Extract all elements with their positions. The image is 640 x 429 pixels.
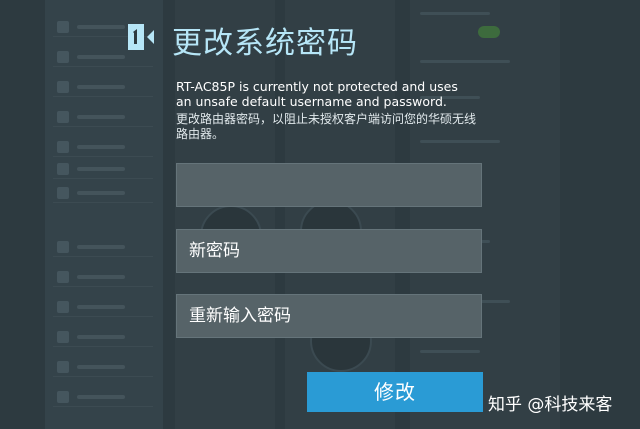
warning-message-english: RT-AC85P is currently not protected and … [176, 79, 458, 109]
background-sidebar-item [53, 268, 153, 287]
background-sidebar-item [53, 298, 153, 317]
new-password-field[interactable]: 新密码 [176, 229, 482, 273]
background-sidebar-item [53, 160, 153, 179]
background-sidebar [45, 0, 163, 429]
background-sidebar-item [53, 78, 153, 97]
background-text-line [420, 60, 510, 63]
background-text-line [420, 350, 480, 353]
background-sidebar-item [53, 238, 153, 257]
background-text-line [420, 12, 490, 15]
background-sidebar-item [53, 328, 153, 347]
modify-button[interactable]: 修改 [307, 372, 483, 412]
background-toggle [478, 26, 500, 38]
background-sidebar-item [53, 388, 153, 407]
background-panel [410, 0, 560, 429]
background-sidebar-item [53, 138, 153, 157]
warning-message-chinese: 更改路由器密码，以阻止未授权客户端访问您的华硕无线路由器。 [176, 112, 477, 141]
background-sidebar-item [53, 184, 153, 203]
background-sidebar-item [53, 48, 153, 67]
confirm-password-field[interactable]: 重新输入密码 [176, 294, 482, 338]
dialog-title: 更改系统密码 [172, 26, 358, 61]
username-field[interactable] [176, 163, 482, 207]
router-setup-icon [128, 24, 154, 50]
background-sidebar-item [53, 358, 153, 377]
watermark: 知乎 @科技来客 [488, 395, 613, 415]
background-dimmed-ui [0, 0, 640, 429]
background-sidebar-item [53, 108, 153, 127]
